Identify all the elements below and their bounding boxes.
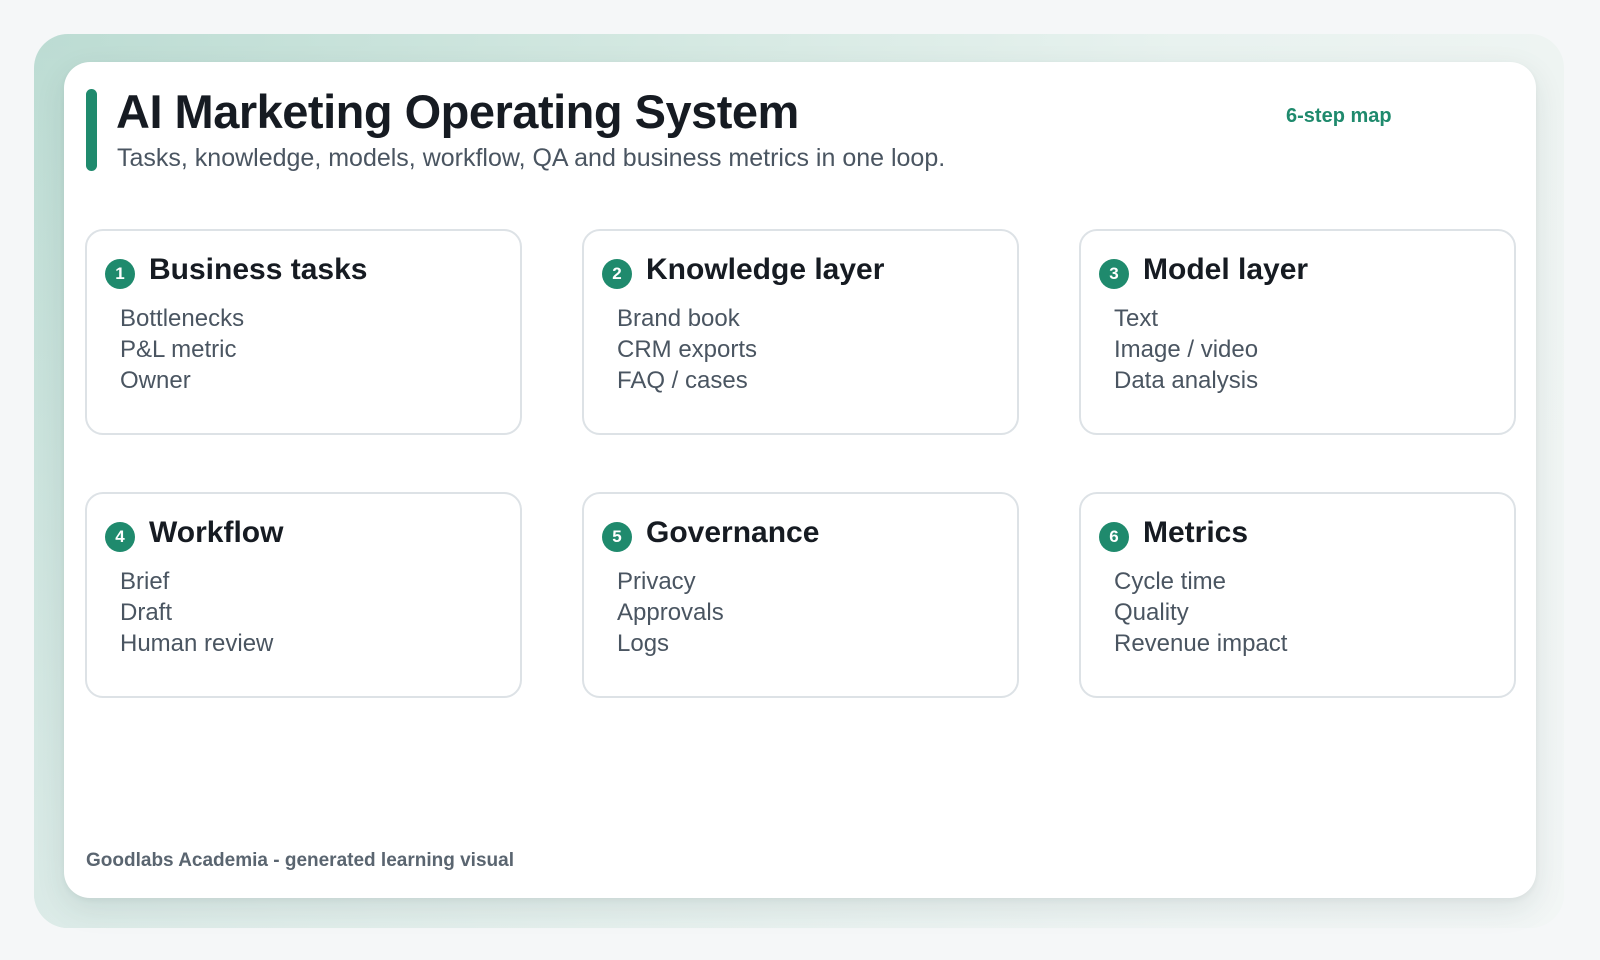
diagram-card: AI Marketing Operating System Tasks, kno… bbox=[64, 62, 1536, 898]
step-title: Knowledge layer bbox=[646, 253, 885, 286]
step-title: Metrics bbox=[1143, 516, 1249, 549]
step-item: Approvals bbox=[617, 599, 724, 626]
step-item-list: Text Image / video Data analysis bbox=[1114, 303, 1258, 396]
step-item: Revenue impact bbox=[1114, 630, 1288, 657]
step-item: Image / video bbox=[1114, 336, 1259, 363]
step-item: Logs bbox=[617, 630, 670, 657]
step-item-list: Brief Draft Human review bbox=[120, 566, 273, 659]
page-subtitle: Tasks, knowledge, models, workflow, QA a… bbox=[117, 144, 946, 172]
step-card-workflow: 4 Workflow Brief Draft Human review bbox=[85, 492, 522, 698]
step-item: Brand book bbox=[617, 305, 740, 332]
step-title: Business tasks bbox=[149, 253, 368, 286]
step-card-metrics: 6 Metrics Cycle time Quality Revenue imp… bbox=[1079, 492, 1516, 698]
step-item-list: Privacy Approvals Logs bbox=[617, 566, 724, 659]
step-title: Workflow bbox=[149, 516, 284, 549]
step-card-knowledge-layer: 2 Knowledge layer Brand book CRM exports… bbox=[582, 229, 1019, 435]
step-number-badge: 4 bbox=[105, 522, 135, 552]
step-card-model-layer: 3 Model layer Text Image / video Data an… bbox=[1079, 229, 1516, 435]
step-number-badge: 2 bbox=[602, 259, 632, 289]
step-item: CRM exports bbox=[617, 336, 758, 363]
step-title: Governance bbox=[646, 516, 820, 549]
footer-credit: Goodlabs Academia - generated learning v… bbox=[86, 850, 514, 871]
steps-grid: 1 Business tasks Bottlenecks P&L metric … bbox=[85, 229, 1516, 698]
step-item: Quality bbox=[1114, 599, 1189, 626]
step-card-business-tasks: 1 Business tasks Bottlenecks P&L metric … bbox=[85, 229, 522, 435]
step-item-list: Bottlenecks P&L metric Owner bbox=[120, 303, 244, 396]
step-title: Model layer bbox=[1143, 253, 1309, 286]
step-item: Human review bbox=[120, 630, 274, 657]
step-number-badge: 1 bbox=[105, 259, 135, 289]
step-item: Draft bbox=[120, 599, 173, 626]
step-item: Brief bbox=[120, 568, 170, 595]
title-accent-bar bbox=[86, 89, 97, 171]
step-item: FAQ / cases bbox=[617, 367, 748, 394]
step-item: Text bbox=[1114, 305, 1159, 332]
step-item: Owner bbox=[120, 367, 191, 394]
page-title: AI Marketing Operating System bbox=[116, 85, 799, 138]
step-item: P&L metric bbox=[120, 336, 237, 363]
step-card-governance: 5 Governance Privacy Approvals Logs bbox=[582, 492, 1019, 698]
step-number-badge: 5 bbox=[602, 522, 632, 552]
step-item: Bottlenecks bbox=[120, 305, 245, 332]
step-item: Data analysis bbox=[1114, 367, 1259, 394]
step-number-badge: 3 bbox=[1099, 259, 1129, 289]
step-item-list: Brand book CRM exports FAQ / cases bbox=[617, 303, 757, 396]
step-count-tag: 6-step map bbox=[1286, 105, 1392, 127]
step-item-list: Cycle time Quality Revenue impact bbox=[1114, 566, 1287, 659]
step-number-badge: 6 bbox=[1099, 522, 1129, 552]
step-item: Cycle time bbox=[1114, 568, 1227, 595]
step-item: Privacy bbox=[617, 568, 696, 595]
